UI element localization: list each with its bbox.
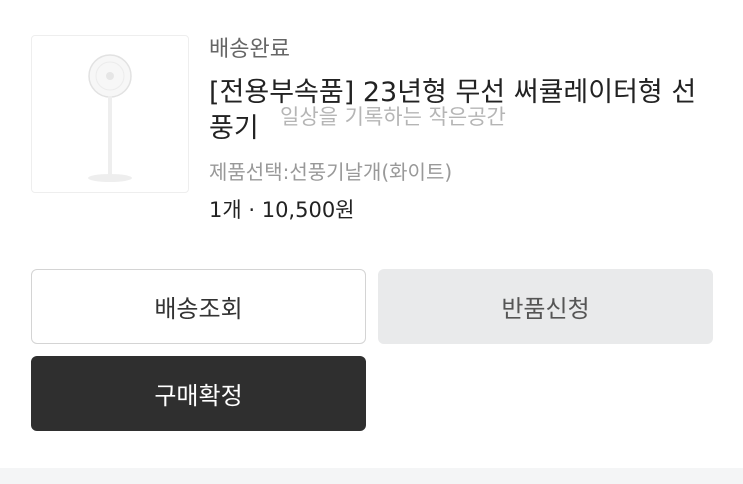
blog-watermark: 일상을 기록하는 작은공간 — [280, 105, 506, 129]
delivery-status: 배송완료 — [209, 37, 290, 62]
quantity-price: 1개 · 10,500원 — [209, 198, 355, 222]
product-option: 제품선택:선풍기날개(화이트) — [209, 160, 453, 184]
confirm-purchase-button[interactable]: 구매확정 — [31, 356, 366, 431]
return-request-button[interactable]: 반품신청 — [378, 269, 713, 344]
section-divider — [0, 468, 743, 484]
track-delivery-button[interactable]: 배송조회 — [31, 269, 366, 344]
standing-fan-icon — [88, 54, 132, 182]
order-item-page: 배송완료 [전용부속품] 23년형 무선 써큘레이터형 선풍기 일상을 기록하는… — [0, 0, 743, 484]
product-thumbnail[interactable] — [31, 35, 189, 193]
